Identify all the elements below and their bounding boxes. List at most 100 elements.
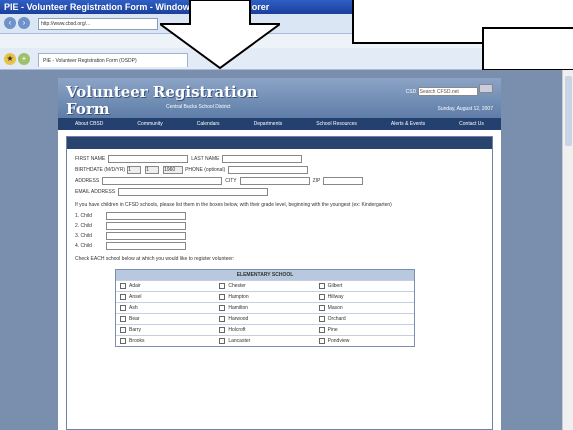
school-option[interactable]: Ansel bbox=[116, 291, 216, 302]
scroll-thumb[interactable] bbox=[565, 76, 572, 146]
school-label: Pondview bbox=[327, 338, 350, 344]
address-field[interactable] bbox=[102, 177, 223, 185]
school-option[interactable]: Gilbert bbox=[314, 280, 414, 291]
form-header-bar bbox=[67, 137, 492, 149]
search-area: CSD Search CFSD.net bbox=[406, 84, 493, 96]
search-button[interactable] bbox=[479, 84, 493, 93]
checkbox[interactable] bbox=[120, 283, 126, 289]
school-label: Orchard bbox=[327, 316, 346, 322]
school-option[interactable]: Lancaster bbox=[215, 335, 315, 346]
checkbox[interactable] bbox=[318, 338, 325, 344]
dob-year-select[interactable]: 1960 bbox=[163, 166, 184, 174]
school-label: Pine bbox=[327, 327, 338, 333]
school-label: Bear bbox=[129, 316, 140, 322]
menu-school-resources[interactable]: School Resources bbox=[316, 121, 357, 127]
checkbox[interactable] bbox=[219, 316, 226, 322]
school-table: ELEMENTARY SCHOOL Adair Chester Gilbert Ans… bbox=[115, 269, 415, 347]
children-prompt: If you have children in CFSD schools, pl… bbox=[75, 202, 392, 208]
zip-label: ZIP bbox=[312, 178, 321, 184]
checkbox[interactable] bbox=[219, 338, 226, 344]
phone-label: PHONE (optional) bbox=[185, 167, 226, 173]
school-label: Ansel bbox=[129, 294, 142, 300]
school-table-header: ELEMENTARY SCHOOL bbox=[116, 270, 414, 280]
school-option[interactable]: Hampton bbox=[215, 291, 315, 302]
school-label: Mason bbox=[327, 305, 343, 311]
date-label: Sunday, August 12, 2007 bbox=[437, 106, 493, 112]
school-label: Hamilton bbox=[228, 305, 249, 311]
url-input[interactable]: http://www.cbsd.org/... bbox=[38, 18, 158, 30]
menu-about[interactable]: About CBSD bbox=[75, 121, 103, 127]
child-field[interactable] bbox=[106, 232, 186, 240]
first-name-field[interactable] bbox=[108, 155, 189, 163]
menu-departments[interactable]: Departments bbox=[254, 121, 283, 127]
checkbox[interactable] bbox=[219, 283, 226, 289]
menu-community[interactable]: Community bbox=[137, 121, 162, 127]
zip-field[interactable] bbox=[323, 177, 364, 185]
search-label: CSD bbox=[405, 89, 417, 95]
address-label: ADDRESS bbox=[75, 178, 100, 184]
forward-icon[interactable]: › bbox=[18, 17, 30, 29]
school-option[interactable]: Ash bbox=[116, 302, 216, 313]
school-label: Chester bbox=[228, 283, 246, 289]
menu-calendars[interactable]: Calendars bbox=[197, 121, 220, 127]
school-label: Holcroft bbox=[228, 327, 246, 333]
school-label: Barry bbox=[129, 327, 141, 333]
child-field[interactable] bbox=[106, 222, 186, 230]
school-option[interactable]: Pondview bbox=[314, 335, 414, 346]
add-favorites-icon[interactable]: + bbox=[18, 53, 30, 65]
menu-alerts[interactable]: Alerts & Events bbox=[391, 121, 425, 127]
school-option[interactable]: Hamilton bbox=[215, 302, 315, 313]
checkbox[interactable] bbox=[219, 305, 226, 311]
school-option[interactable]: Harwood bbox=[215, 313, 315, 324]
checkbox[interactable] bbox=[120, 305, 126, 311]
school-option[interactable]: Brooks bbox=[116, 335, 216, 346]
checkbox[interactable] bbox=[318, 316, 325, 322]
last-name-label: LAST NAME bbox=[191, 156, 220, 162]
page-viewport: Volunteer Registration Form Central Buck… bbox=[0, 70, 562, 430]
checkbox[interactable] bbox=[120, 327, 126, 333]
city-label: CITY bbox=[225, 178, 237, 184]
registration-form: FIRST NAME LAST NAME BIRTHDATE (M/D/YR) … bbox=[66, 136, 493, 430]
school-option[interactable]: Bear bbox=[116, 313, 216, 324]
school-option[interactable]: Barry bbox=[116, 324, 216, 335]
last-name-field[interactable] bbox=[222, 155, 303, 163]
school-option[interactable]: Chester bbox=[215, 280, 315, 291]
school-option[interactable]: Holcroft bbox=[215, 324, 315, 335]
child-field[interactable] bbox=[106, 242, 186, 250]
down-arrow-icon bbox=[160, 0, 280, 70]
school-option[interactable]: Adair bbox=[116, 280, 216, 291]
checkbox[interactable] bbox=[318, 283, 325, 289]
callout-box-inner bbox=[482, 27, 573, 71]
menu-contact[interactable]: Contact Us bbox=[459, 121, 484, 127]
checkbox[interactable] bbox=[219, 327, 226, 333]
school-label: Gilbert bbox=[327, 283, 343, 289]
school-option[interactable]: Orchard bbox=[314, 313, 414, 324]
search-input[interactable]: Search CFSD.net bbox=[417, 87, 478, 96]
favorites-star-icon[interactable]: ★ bbox=[4, 53, 16, 65]
city-field[interactable] bbox=[239, 177, 310, 185]
child-label: 4. Child bbox=[75, 243, 92, 249]
email-label: EMAIL ADDRESS bbox=[75, 189, 116, 195]
school-option[interactable]: Hillway bbox=[314, 291, 414, 302]
school-label: Ash bbox=[129, 305, 138, 311]
checkbox[interactable] bbox=[318, 294, 325, 300]
dob-day-select[interactable]: 1 bbox=[145, 166, 160, 174]
dob-month-select[interactable]: 1 bbox=[127, 166, 142, 174]
checkbox[interactable] bbox=[318, 327, 325, 333]
back-icon[interactable]: ‹ bbox=[4, 17, 16, 29]
checkbox[interactable] bbox=[318, 305, 325, 311]
checkbox[interactable] bbox=[120, 338, 126, 344]
checkbox[interactable] bbox=[219, 294, 226, 300]
school-grid: Adair Chester Gilbert Ansel Hampton Hillway As… bbox=[116, 280, 414, 346]
child-field[interactable] bbox=[106, 212, 186, 220]
child-label: 2. Child bbox=[75, 223, 92, 229]
phone-field[interactable] bbox=[228, 166, 309, 174]
school-label: Harwood bbox=[228, 316, 249, 322]
school-option[interactable]: Pine bbox=[314, 324, 414, 335]
checkbox[interactable] bbox=[120, 294, 126, 300]
vertical-scrollbar[interactable] bbox=[562, 70, 573, 430]
checkbox[interactable] bbox=[120, 316, 126, 322]
school-label: Brooks bbox=[129, 338, 145, 344]
school-option[interactable]: Mason bbox=[314, 302, 414, 313]
email-field[interactable] bbox=[118, 188, 269, 196]
